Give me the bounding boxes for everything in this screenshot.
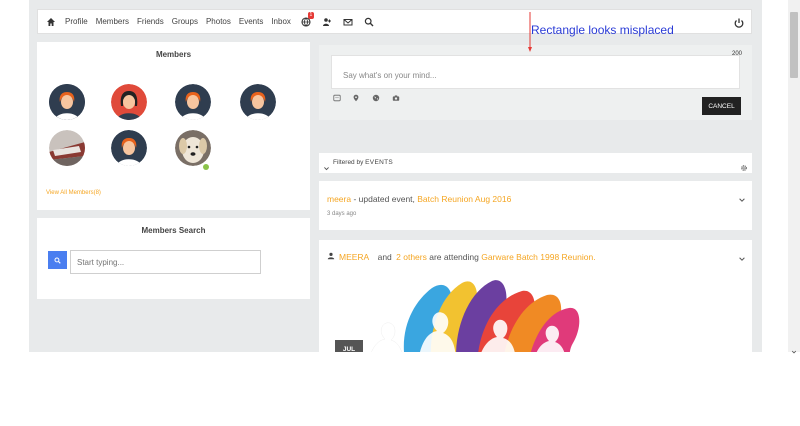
home-icon[interactable]: [44, 15, 58, 29]
feed-item-headline: meera - updated event, Batch Reunion Aug…: [327, 194, 511, 204]
composer-placeholder: Say what's on your mind...: [343, 71, 437, 80]
gear-icon[interactable]: [740, 159, 748, 177]
event-banner-image[interactable]: JUL: [327, 273, 608, 352]
member-avatar[interactable]: [175, 84, 211, 120]
annotation-arrow: [528, 12, 532, 53]
member-photo-avatar[interactable]: [49, 130, 85, 166]
nav-friends[interactable]: Friends: [137, 9, 164, 34]
globe-notifications-icon[interactable]: 1: [299, 11, 314, 29]
event-date-badge: JUL: [335, 340, 363, 352]
member-avatar[interactable]: [111, 84, 147, 120]
scrollbar-thumb[interactable]: [790, 12, 798, 78]
location-pin-icon[interactable]: [352, 89, 360, 107]
event-banner-graphic: [327, 273, 608, 352]
online-status-dot: [203, 164, 209, 170]
filter-label: Filtered by EVENTS: [333, 159, 393, 166]
cancel-button[interactable]: CANCEL: [702, 97, 741, 115]
nav-groups[interactable]: Groups: [172, 9, 198, 34]
camera-icon[interactable]: [392, 89, 400, 107]
members-search-panel: Members Search: [37, 218, 310, 299]
members-search-input[interactable]: [70, 250, 261, 274]
notification-badge: 1: [307, 11, 314, 19]
friend-requests-icon[interactable]: [320, 15, 334, 29]
chevron-down-icon[interactable]: [323, 159, 330, 177]
feed-item: meera - updated event, Batch Reunion Aug…: [319, 181, 752, 230]
messages-icon[interactable]: [341, 15, 355, 29]
member-avatar[interactable]: [49, 84, 85, 120]
nav-profile[interactable]: Profile: [65, 9, 88, 34]
feed-filter-bar: Filtered by EVENTS: [319, 153, 752, 173]
feed-target-link[interactable]: Batch Reunion Aug 2016: [417, 194, 511, 204]
feed-actor-link[interactable]: MEERA: [339, 252, 369, 262]
members-panel: Members View All Members(8): [37, 42, 310, 210]
feed-item-headline: MEERA and 2 others are attending Garware…: [327, 252, 596, 262]
scroll-down-icon[interactable]: [791, 342, 797, 360]
privacy-globe-icon[interactable]: [372, 89, 380, 107]
nav-inbox[interactable]: Inbox: [271, 9, 291, 34]
member-avatar[interactable]: [111, 130, 147, 166]
nav-members[interactable]: Members: [96, 9, 129, 34]
emoji-icon[interactable]: [333, 89, 341, 107]
members-search-title: Members Search: [141, 226, 206, 235]
page-scrollbar[interactable]: [788, 0, 800, 354]
feed-item: MEERA and 2 others are attending Garware…: [319, 240, 752, 352]
member-dog-avatar[interactable]: [175, 130, 211, 166]
user-icon: [327, 252, 335, 262]
app-root: Profile Members Friends Groups Photos Ev…: [29, 0, 762, 352]
feed-target-link[interactable]: Garware Batch 1998 Reunion.: [481, 252, 595, 262]
filter-value[interactable]: EVENTS: [365, 159, 393, 166]
nav-events[interactable]: Events: [239, 9, 263, 34]
feed-joiner-text: and: [375, 252, 395, 262]
feed-actor-link[interactable]: meera: [327, 194, 351, 204]
nav-photos[interactable]: Photos: [206, 9, 231, 34]
search-icon[interactable]: [362, 15, 376, 29]
chevron-down-icon[interactable]: [738, 250, 746, 261]
view-all-members-link[interactable]: View All Members(8): [46, 190, 101, 196]
member-avatar[interactable]: [240, 84, 276, 120]
search-icon: [54, 256, 61, 264]
search-button[interactable]: [48, 251, 67, 269]
annotation-note: Rectangle looks misplaced: [531, 23, 674, 37]
feed-action-text: - updated event,: [351, 194, 418, 204]
feed-timestamp: 3 days ago: [327, 211, 357, 217]
filter-prefix: Filtered by: [333, 159, 364, 166]
power-icon[interactable]: [733, 16, 745, 28]
composer-textarea[interactable]: Say what's on your mind...: [331, 55, 740, 89]
status-composer: 200 Say what's on your mind... CANCEL: [319, 45, 752, 120]
feed-others-link[interactable]: 2 others: [396, 252, 427, 262]
chevron-down-icon[interactable]: [738, 191, 746, 202]
feed-action-text: are attending: [426, 252, 482, 262]
members-panel-title: Members: [155, 50, 192, 59]
